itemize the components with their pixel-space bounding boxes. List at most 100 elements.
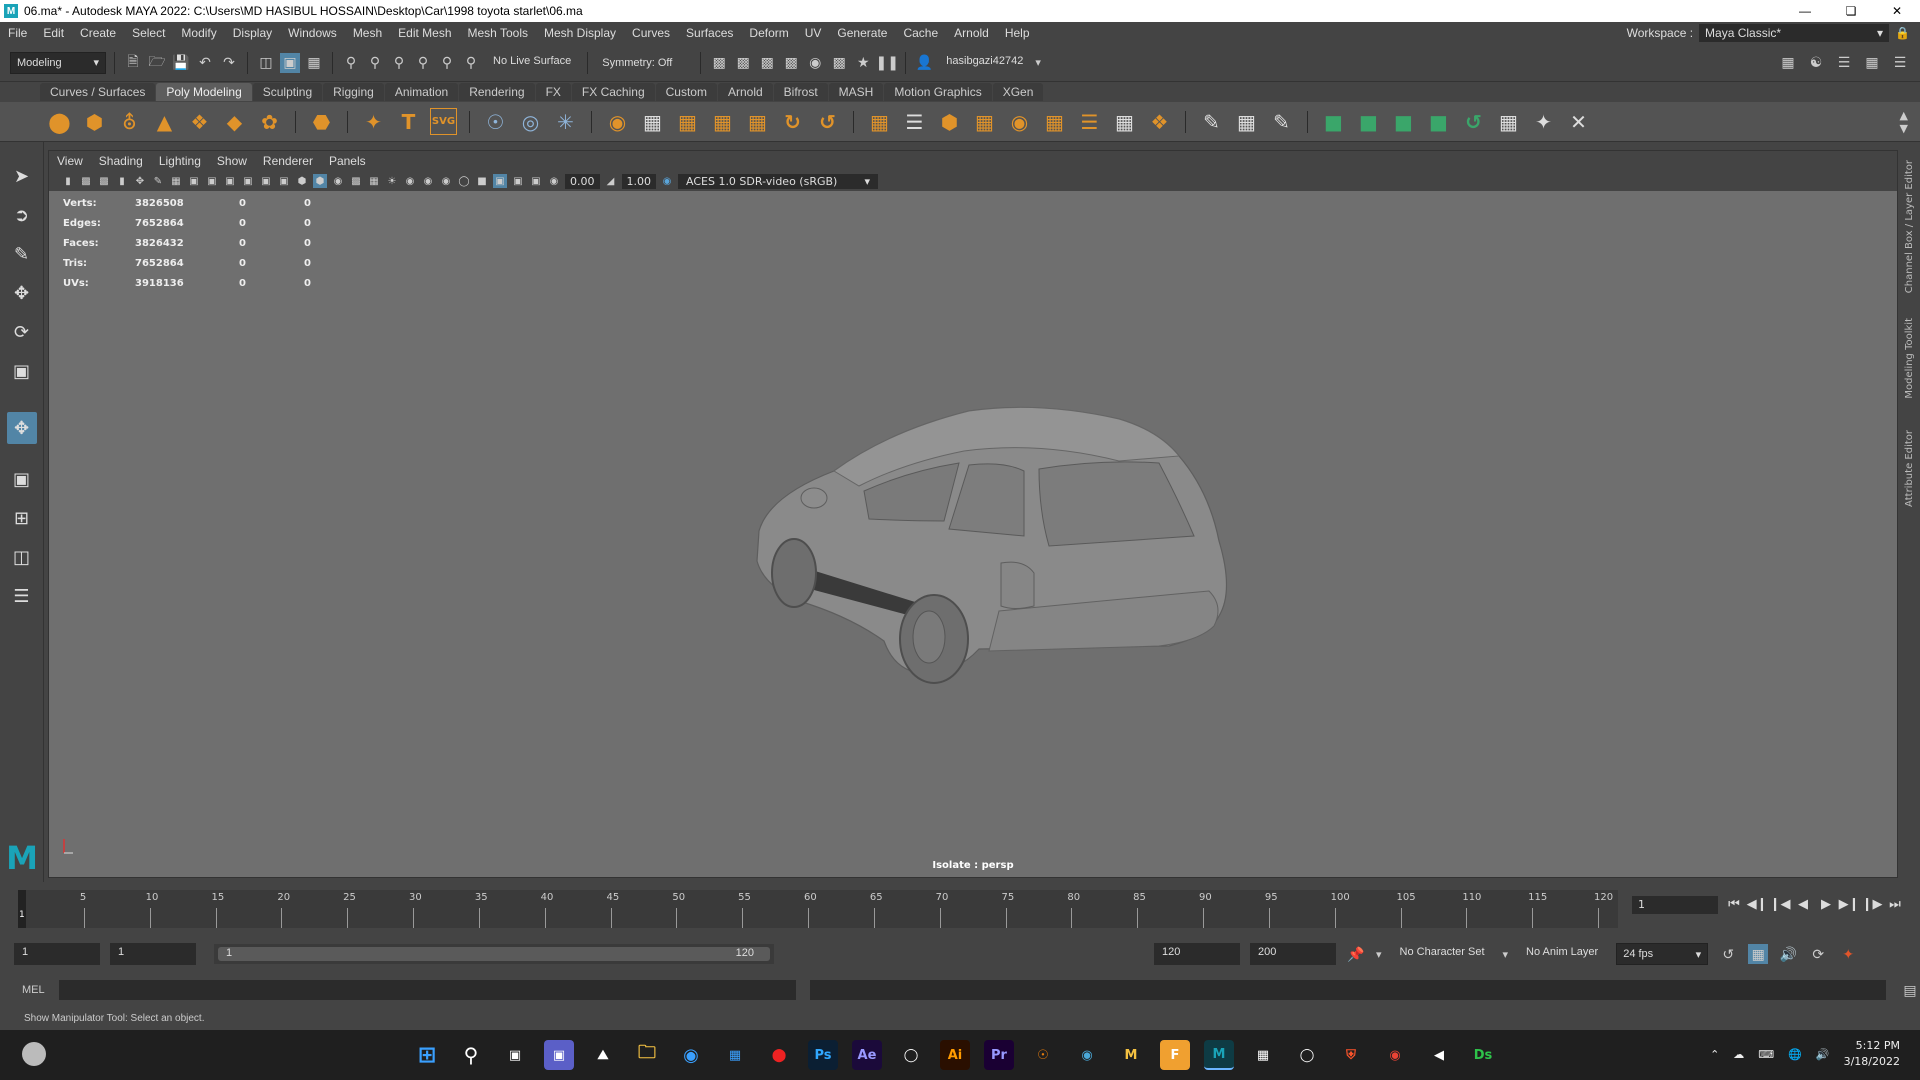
daz-studio-icon[interactable]: Ds [1468,1040,1498,1070]
step-forward-key-icon[interactable]: ▶❙ [1839,894,1860,914]
channel-box-icon[interactable]: ☰ [1890,53,1910,73]
single-perspective-layout-icon[interactable]: ▣ [7,465,37,493]
super-shape-icon[interactable]: ✦ [360,108,387,135]
four-view-layout-icon[interactable]: ⊞ [7,504,37,532]
mirror-icon[interactable]: ↻ [779,108,806,135]
type-tool-icon[interactable]: T [395,108,422,135]
tab-modeling-toolkit[interactable]: Modeling Toolkit [1904,318,1915,399]
xray-components-icon[interactable]: ◯ [457,174,471,188]
premiere-icon[interactable]: Pr [984,1040,1014,1070]
make-hole-icon[interactable]: ◉ [1006,108,1033,135]
menu-select[interactable]: Select [124,26,173,40]
move-tool-icon[interactable]: ✥ [7,279,37,307]
separate-icon[interactable]: ▦ [639,108,666,135]
ambient-occlusion-icon[interactable]: ◉ [403,174,417,188]
playback-end-field[interactable]: 120 [1154,943,1240,965]
modeling-toolkit-icon[interactable]: ▦ [1778,53,1798,73]
append-polygon-icon[interactable]: ⬢ [936,108,963,135]
poly-torus-icon[interactable]: ❖ [186,108,213,135]
film-gate-icon[interactable]: ▣ [187,174,201,188]
fps-dropdown[interactable]: 24 fps ▾ [1616,943,1709,965]
shadows-icon[interactable]: ☀ [385,174,399,188]
shelf-tab-animation[interactable]: Animation [384,83,459,101]
chevron-down-icon[interactable]: ▾ [1503,948,1509,961]
character-set-dropdown[interactable]: No Character Set [1392,943,1493,965]
lasso-tool-icon[interactable]: ➲ [7,201,37,229]
clock[interactable]: 5:12 PM 3/18/2022 [1844,1038,1900,1070]
save-scene-icon[interactable]: 💾 [171,53,191,73]
menu-file[interactable]: File [0,26,35,40]
select-component-icon[interactable]: ▦ [304,53,324,73]
current-frame-field[interactable]: 1 [1632,896,1718,914]
opera-icon[interactable]: ⬤ [764,1040,794,1070]
user-account-button[interactable]: hasibgazi42742 [938,52,1031,74]
shelf-tab-mash[interactable]: MASH [828,83,884,101]
hypershade-icon[interactable]: ◉ [805,53,825,73]
tool-settings-icon[interactable]: ▦ [1862,53,1882,73]
svg-tool-icon[interactable]: SVG [430,108,457,135]
current-time-marker[interactable]: 1 [18,890,26,928]
weather-icon[interactable] [22,1042,46,1066]
uv-spherical-icon[interactable]: ■ [1390,108,1417,135]
menu-mesh-display[interactable]: Mesh Display [536,26,624,40]
step-back-key-icon[interactable]: ❙◀ [1770,894,1791,914]
bookmark-icon[interactable]: ▩ [97,174,111,188]
xray-icon[interactable]: ◉ [421,174,435,188]
menu-help[interactable]: Help [997,26,1038,40]
uv-layout-icon[interactable]: ▦ [1495,108,1522,135]
uv-unfold-icon[interactable]: ↺ [1460,108,1487,135]
cache-playback-icon[interactable]: ▦ [1748,944,1769,964]
image-plane-icon[interactable]: ▮ [115,174,129,188]
task-view-icon[interactable]: ▣ [500,1040,530,1070]
paint-select-tool-icon[interactable]: ✎ [7,240,37,268]
redo-icon[interactable]: ↷ [219,53,239,73]
minimize-button[interactable]: — [1782,0,1828,22]
motion-blur-icon[interactable]: ■ [475,174,489,188]
symmetry-dropdown[interactable]: Symmetry: Off [596,51,693,74]
command-language-label[interactable]: MEL [22,984,45,996]
menu-generate[interactable]: Generate [829,26,895,40]
show-manipulator-tool-icon[interactable]: ✥ [6,412,37,444]
snap-grid-icon[interactable]: ⚲ [341,53,361,73]
xray-joints-icon[interactable]: ◉ [439,174,453,188]
shelf-tab-rigging[interactable]: Rigging [323,83,384,101]
poly-cylinder-icon[interactable]: ⛢ [116,108,143,135]
character-controls-run-icon[interactable]: ✦ [1838,944,1858,964]
chrome-icon[interactable]: ◉ [1380,1040,1410,1070]
render-frame-icon[interactable]: ▩ [733,53,753,73]
chevron-up-icon[interactable]: ⌃ [1710,1048,1719,1061]
time-ruler[interactable]: 1 5 10 15 20 25 30 35 40 45 50 55 60 65 70 75 80 85 90 95 1… [18,890,1618,928]
circularize-icon[interactable]: ▦ [1111,108,1138,135]
menu-create[interactable]: Create [72,26,124,40]
insert-edge-loop-icon[interactable]: ▦ [1233,108,1260,135]
menu-display[interactable]: Display [225,26,280,40]
platonic-solid-icon[interactable]: ⬣ [308,108,335,135]
obs-icon[interactable]: ◯ [1292,1040,1322,1070]
menu-arnold[interactable]: Arnold [946,26,997,40]
new-scene-icon[interactable]: 🗎 [123,53,143,73]
unity-icon[interactable]: ◀ [1424,1040,1454,1070]
shelf-tab-poly-modeling[interactable]: Poly Modeling [156,83,252,101]
collapse-icon[interactable]: ❖ [1146,108,1173,135]
open-scene-icon[interactable]: 🗁 [147,53,167,73]
marvelous-icon[interactable]: M [1116,1040,1146,1070]
undo-icon[interactable]: ↶ [195,53,215,73]
snap-live-icon[interactable]: ⚲ [437,53,457,73]
brave-icon[interactable]: ⛨ [1336,1040,1366,1070]
shelf-scroll-icon[interactable]: ▲ ▼ [1900,109,1908,135]
file-explorer-icon[interactable]: 🗀 [632,1040,662,1070]
live-surface-button[interactable]: No Live Surface [485,52,579,74]
character-controls-icon[interactable]: ☯ [1806,53,1826,73]
store-icon[interactable]: ▦ [720,1040,750,1070]
animation-end-field[interactable]: 200 [1250,943,1336,965]
uv-sew-icon[interactable]: ✕ [1565,108,1592,135]
grid-icon[interactable]: ▦ [169,174,183,188]
select-hierarchy-icon[interactable]: ◫ [256,53,276,73]
wireframe-icon[interactable]: ⬢ [295,174,309,188]
after-effects-icon[interactable]: Ae [852,1040,882,1070]
viewport-panel[interactable]: View Shading Lighting Show Renderer Pane… [48,150,1898,878]
snap-curve-icon[interactable]: ⚲ [365,53,385,73]
script-editor-icon[interactable]: ▤ [1900,980,1920,1000]
grease-pencil-icon[interactable]: ✎ [151,174,165,188]
play-backwards-icon[interactable]: ◀ [1795,894,1811,914]
